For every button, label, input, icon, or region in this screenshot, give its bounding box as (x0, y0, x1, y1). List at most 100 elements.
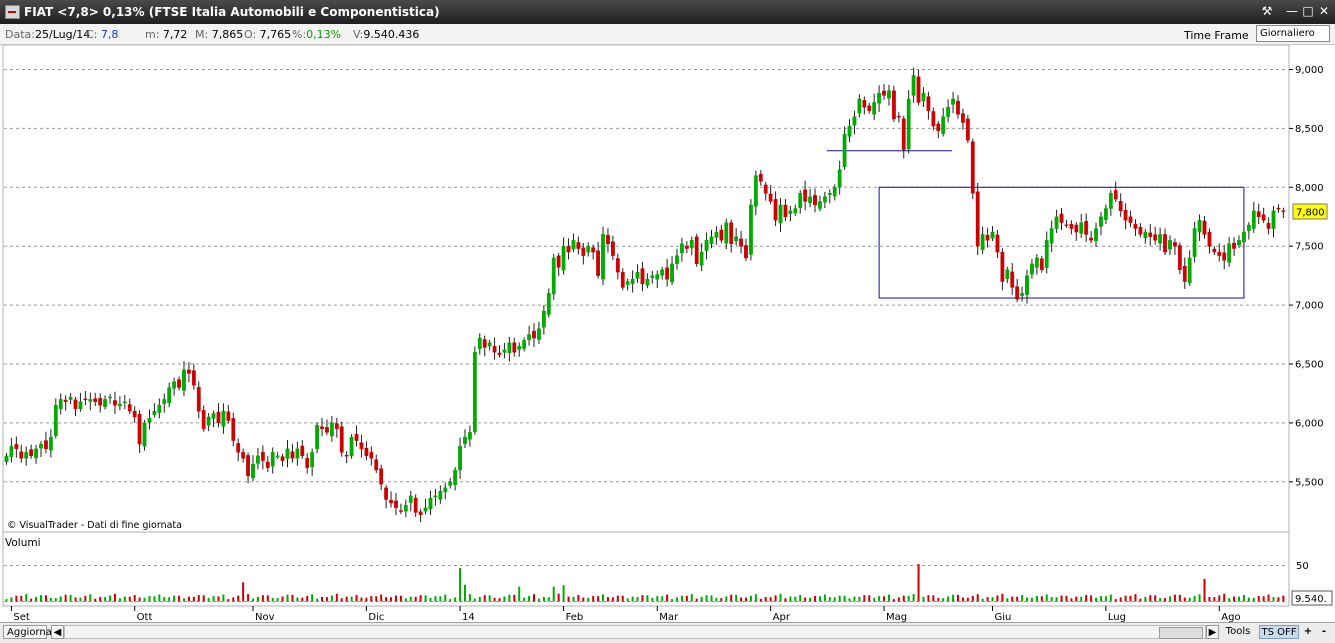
volume-bar (178, 595, 181, 602)
volume-bar (636, 596, 639, 602)
candle-body (956, 100, 960, 115)
candle-body (561, 245, 566, 271)
candle-body (1242, 231, 1246, 242)
candle-body (586, 245, 591, 253)
volume-bar (1026, 597, 1029, 602)
candle-body (620, 271, 625, 288)
candle-body (813, 195, 817, 206)
volume-bar (912, 594, 915, 602)
open-label: O: (244, 28, 257, 41)
horizontal-scrollbar[interactable] (64, 625, 1206, 639)
scroll-right-icon[interactable]: ▶ (1206, 625, 1219, 639)
candle-body (517, 346, 522, 350)
candle-body (88, 399, 93, 402)
candle-body (354, 434, 359, 441)
volume-bar (5, 599, 8, 602)
candlestick-chart[interactable]: 9,000 8,500 8,000 7,500 7,000 6,500 6,000 5,500… (0, 45, 1335, 622)
zoom-in-button[interactable]: + (1302, 625, 1314, 639)
volume-bar (641, 595, 644, 602)
candle-body (507, 342, 512, 353)
candle-body (1049, 228, 1054, 244)
volume-bar (700, 596, 703, 602)
volume-bar (404, 598, 407, 602)
ts-toggle-button[interactable]: TS OFF (1259, 625, 1299, 639)
candle-body (684, 245, 689, 249)
candle-body (280, 456, 285, 461)
volume-bar (232, 597, 235, 602)
volume-bar (227, 599, 230, 602)
candle-body (842, 134, 847, 168)
month-label: Dic (368, 612, 384, 622)
volume-bar (25, 594, 28, 602)
volume-bar (291, 594, 294, 602)
candle-body (719, 229, 724, 241)
price-tick-label: 5,500 (1295, 477, 1324, 488)
volume-bar (463, 584, 466, 602)
wrench-icon[interactable]: ⚒ (1260, 4, 1274, 18)
minimize-icon[interactable]: — (1285, 4, 1299, 18)
candle-body (877, 92, 882, 104)
candle-body (39, 443, 43, 449)
candle-body (9, 446, 14, 457)
volume-bar (809, 597, 812, 602)
maximize-icon[interactable]: □ (1301, 4, 1315, 18)
tools-button[interactable]: Tools (1222, 625, 1254, 639)
volume-bar (981, 598, 984, 602)
volume-bar (1080, 596, 1083, 602)
volume-bar (306, 595, 309, 602)
volume-bar (690, 594, 693, 602)
volume-bar (192, 596, 195, 602)
candle-body (53, 405, 58, 436)
candle-body (359, 442, 364, 450)
candle-body (675, 255, 679, 265)
candle-body (196, 387, 201, 412)
candle-body (34, 448, 38, 459)
volume-bar (562, 585, 565, 602)
volume-bar (468, 594, 471, 602)
volume-bar (281, 596, 284, 602)
candle-body (887, 90, 891, 99)
volume-bar (656, 596, 659, 602)
volume-bar (197, 595, 200, 602)
scrollbar-thumb[interactable] (1159, 627, 1203, 639)
candle-body (670, 263, 674, 283)
candle-body (285, 448, 290, 459)
candle-body (1246, 224, 1251, 231)
candle-body (58, 399, 63, 409)
volume-bar (971, 595, 974, 602)
volume-bar (168, 597, 171, 602)
candle-body (763, 184, 768, 194)
volume-bar (986, 596, 989, 602)
volume-bar (74, 597, 77, 602)
timeframe-select[interactable]: Giornaliero (1256, 25, 1330, 42)
candle-body (191, 370, 196, 386)
volume-bar (429, 597, 432, 602)
price-tick-label: 6,500 (1295, 360, 1324, 371)
month-label: Mag (886, 612, 907, 622)
volume-bar (961, 597, 964, 602)
volume-bar (582, 597, 585, 602)
close-icon[interactable]: ✕ (1317, 4, 1331, 18)
zoom-out-button[interactable]: - (1318, 625, 1330, 639)
refresh-button[interactable]: Aggiorna (3, 625, 52, 639)
volume-bar (153, 596, 156, 602)
volume-bar (212, 596, 215, 602)
month-label: Ago (1221, 612, 1240, 622)
volume-bar (44, 595, 47, 602)
volume-bar (321, 596, 324, 602)
candle-body (1261, 214, 1266, 221)
volume-bar (222, 594, 225, 602)
candle-body (413, 497, 418, 513)
volume-last-value: 9.540. (1295, 594, 1327, 605)
candle-body (1158, 234, 1163, 244)
candle-body (625, 281, 630, 285)
volume-bar (552, 586, 555, 602)
volume-bar (1228, 598, 1231, 602)
scroll-left-icon[interactable]: ◀ (51, 625, 64, 639)
candle-body (1094, 228, 1098, 242)
candle-body (778, 204, 783, 224)
volume-bar (1070, 598, 1073, 602)
volume-bar (577, 594, 580, 602)
candle-body (532, 330, 536, 339)
timeframe-label: Time Frame (1184, 29, 1249, 42)
